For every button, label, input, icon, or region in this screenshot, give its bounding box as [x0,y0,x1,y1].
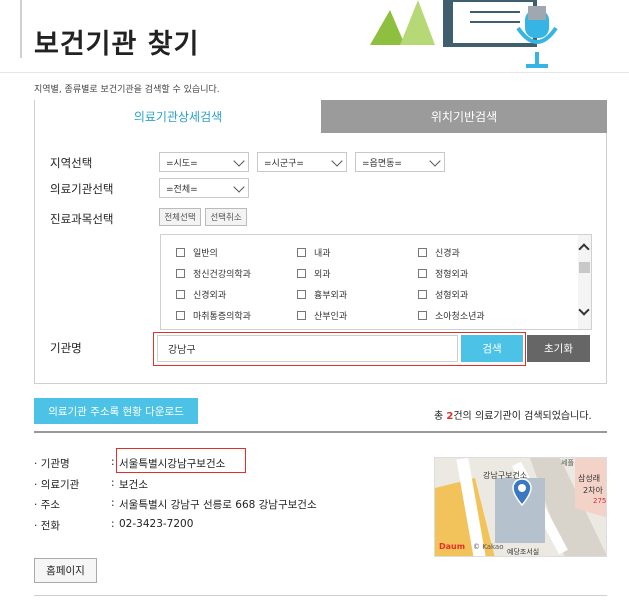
department-label-text: 소아청소년과 [435,312,485,322]
sigungu-select[interactable]: =시군구= [257,152,347,172]
select-all-button[interactable]: 전체선택 [159,208,201,226]
department-label-text: 흉부외과 [314,291,348,301]
department-checkbox-item[interactable]: 신경외과 [176,288,226,301]
department-label-text: 성형외과 [435,291,469,301]
result-count-suffix: 건의 의료기관이 검색되었습니다. [453,411,592,422]
department-checkbox-item[interactable]: 흉부외과 [297,288,347,301]
map-daum-logo: Daum [439,542,466,551]
detail-sep: : [111,477,115,489]
department-checkbox-item[interactable]: 마취통증의학과 [176,309,251,322]
checkbox-icon[interactable] [176,311,185,320]
department-label-text: 마취통증의학과 [193,312,251,322]
page-subtitle: 지역별, 종류별로 보건기관을 검색할 수 있습니다. [34,85,220,95]
department-label-text: 산부인과 [314,312,348,322]
department-label-text: 신경과 [435,249,460,259]
department-label-text: 외과 [314,270,331,280]
name-highlight-box [116,448,246,473]
department-checkbox-item[interactable]: 정신건강의학과 [176,267,251,280]
sido-select[interactable]: =시도= [159,152,249,172]
checkbox-icon[interactable] [418,248,427,257]
detail-value: 보건소 [119,479,148,491]
checkbox-icon[interactable] [297,248,306,257]
chevron-down-icon [429,155,441,167]
department-label: 진료과목선택 [50,212,114,226]
checkbox-icon[interactable] [176,248,185,257]
map-nearby-num: 275 [593,497,607,505]
checkbox-icon[interactable] [176,290,185,299]
institution-type-value: =전체= [166,184,198,195]
map-nearby-label: 삼성래 [578,474,601,483]
department-checkbox-item[interactable]: 일반의 [176,246,218,259]
checkbox-icon[interactable] [418,269,427,278]
chevron-down-icon [233,181,245,193]
page-title: 보건기관 찾기 [34,29,200,60]
checkbox-icon[interactable] [297,290,306,299]
department-label-text: 일반의 [193,249,218,259]
location-map[interactable]: 강남구보건소 세플 삼성래 2차아 275 Daum © Kakao 예당조서실 [434,457,607,557]
bottom-divider [34,595,607,596]
homepage-button[interactable]: 홈페이지 [34,558,97,583]
eupmyeon-select[interactable]: =읍면동= [355,152,445,172]
region-label: 지역선택 [50,156,93,170]
department-checkbox-item[interactable]: 정형외과 [418,267,468,280]
tab-detailed-search[interactable]: 의료기관상세검색 [35,100,321,133]
detail-value: 02-3423-7200 [119,518,194,530]
department-checkbox-item[interactable]: 소아청소년과 [418,309,485,322]
checkbox-icon[interactable] [418,311,427,320]
tab-location-search[interactable]: 위치기반검색 [321,100,607,133]
detail-key: · 주소 [34,499,61,511]
department-checkbox-item[interactable]: 신경과 [418,246,460,259]
department-checkbox-item[interactable]: 산부인과 [297,309,347,322]
sido-select-value: =시도= [166,158,198,169]
institution-type-select[interactable]: =전체= [159,178,249,198]
header-illustration-icon [370,0,558,68]
department-checkbox-item[interactable]: 외과 [297,267,331,280]
map-nearby-sub: 2차아 [583,486,603,495]
department-label-text: 정형외과 [435,270,469,280]
search-button[interactable]: 검색 [461,335,523,362]
department-label-text: 정신건강의학과 [193,270,251,280]
department-label-text: 내과 [314,249,331,259]
detail-sep: : [111,456,115,468]
map-bottom-label: 예당조서실 [507,548,540,556]
deselect-button[interactable]: 선택취소 [205,208,247,226]
detail-key: · 전화 [34,520,61,532]
result-count-prefix: 총 [434,411,447,422]
checkbox-icon[interactable] [297,311,306,320]
checkbox-icon[interactable] [297,269,306,278]
department-checkbox-item[interactable]: 성형외과 [418,288,468,301]
institution-label: 의료기관선택 [50,182,114,196]
map-kakao-logo: © Kakao [473,543,504,551]
department-checkbox-item[interactable]: 내과 [297,246,331,259]
checkbox-icon[interactable] [418,290,427,299]
sigungu-select-value: =시군구= [264,158,304,169]
department-label-text: 신경외과 [193,291,227,301]
chevron-down-icon [233,155,245,167]
reset-button[interactable]: 초기화 [527,335,590,362]
detail-key: · 의료기관 [34,479,80,491]
map-top-label: 세플 [561,459,574,467]
map-marker-icon [512,478,532,506]
scrollbar-thumb[interactable] [579,262,590,273]
header-decoration [20,0,22,58]
header-divider [0,72,629,73]
detail-key: · 기관명 [34,458,70,470]
name-label: 기관명 [50,341,82,355]
detail-sep: : [111,497,115,509]
institution-name-input[interactable]: 강남구 [157,335,458,362]
result-count-text: 총 2건의 의료기관이 검색되었습니다. [434,407,592,422]
detail-value: 서울특별시 강남구 선릉로 668 강남구보건소 [119,499,317,511]
detail-sep: : [111,518,115,530]
chevron-down-icon [331,155,343,167]
eupmyeon-select-value: =읍면동= [362,158,402,169]
download-directory-button[interactable]: 의료기관 주소록 현황 다운로드 [34,398,198,424]
results-divider [34,431,607,433]
checkbox-icon[interactable] [176,269,185,278]
